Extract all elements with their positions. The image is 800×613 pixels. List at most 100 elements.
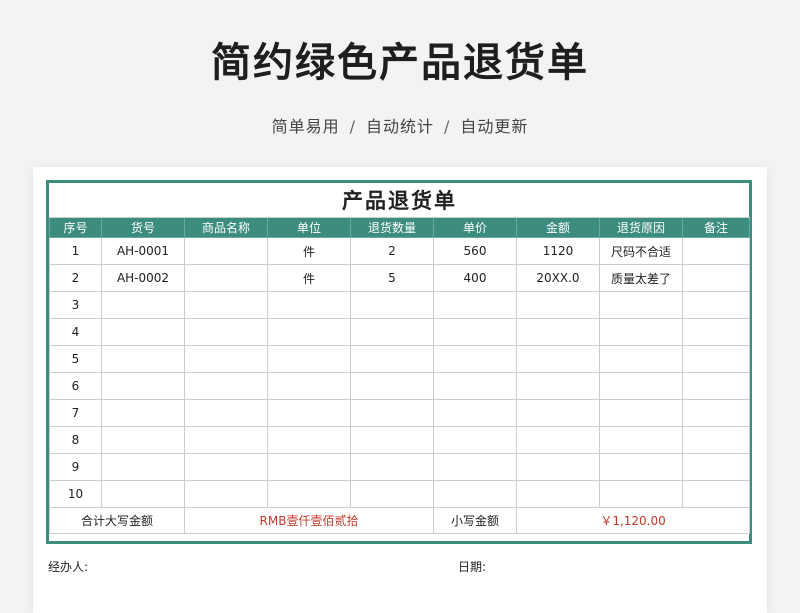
feature-tags: 简单易用 / 自动统计 / 自动更新 [0,113,800,137]
cell-product-name[interactable] [184,426,268,454]
cell-remark[interactable] [681,399,751,427]
return-table: 产品退货单 序号 货号 商品名称 单位 退货数量 单价 金额 退货原因 备注 1 AH-0001 件… [49,183,751,534]
cell-qty[interactable] [350,426,434,454]
cell-reason[interactable] [599,426,683,454]
cell-product-name[interactable] [184,372,268,400]
cell-index: 10 [49,480,102,508]
tag-easy: 简单易用 [271,117,340,136]
cell-qty[interactable] [350,291,434,319]
cell-product-name[interactable] [184,291,268,319]
cell-sku[interactable]: AH-0001 [101,237,185,265]
cell-unit-price[interactable] [433,453,517,481]
cell-amount[interactable] [516,399,600,427]
cell-unit[interactable]: 件 [267,237,351,265]
cell-qty[interactable] [350,318,434,346]
cell-unit-price[interactable] [433,426,517,454]
column-header: 单价 [433,217,517,238]
cell-unit[interactable] [267,453,351,481]
cell-unit[interactable] [267,480,351,508]
cell-unit-price[interactable] [433,318,517,346]
cell-remark[interactable] [681,372,751,400]
total-upper-value[interactable]: RMB壹仟壹佰贰拾 [184,507,434,534]
cell-reason[interactable] [599,318,683,346]
cell-remark[interactable] [681,345,751,373]
cell-amount[interactable]: 20XX.0 [516,264,600,292]
cell-product-name[interactable] [184,480,268,508]
column-header: 货号 [101,217,185,238]
cell-unit[interactable] [267,318,351,346]
cell-qty[interactable] [350,480,434,508]
cell-reason[interactable] [599,399,683,427]
column-header: 金额 [516,217,600,238]
cell-amount[interactable] [516,291,600,319]
cell-amount[interactable] [516,318,600,346]
cell-reason[interactable] [599,480,683,508]
cell-unit-price[interactable]: 400 [433,264,517,292]
cell-amount[interactable]: 1120 [516,237,600,265]
cell-reason[interactable] [599,372,683,400]
total-lower-value[interactable]: ￥1,120.00 [515,507,751,534]
column-header: 商品名称 [184,217,268,238]
cell-product-name[interactable] [184,453,268,481]
cell-index: 2 [49,264,102,292]
cell-qty[interactable]: 5 [350,264,434,292]
column-header: 单位 [267,217,351,238]
cell-sku[interactable] [101,426,185,454]
cell-amount[interactable] [516,426,600,454]
cell-index: 4 [49,318,102,346]
cell-reason[interactable] [599,345,683,373]
cell-reason[interactable] [599,291,683,319]
cell-remark[interactable] [681,318,751,346]
cell-reason[interactable] [599,453,683,481]
cell-remark[interactable] [681,237,751,265]
cell-qty[interactable] [350,399,434,427]
return-form: 产品退货单 序号 货号 商品名称 单位 退货数量 单价 金额 退货原因 备注 1 AH-0001 件… [46,180,752,544]
tag-separator: / [444,117,451,136]
cell-unit-price[interactable] [433,480,517,508]
cell-amount[interactable] [516,372,600,400]
table-row: 7 [49,399,751,427]
cell-product-name[interactable] [184,399,268,427]
cell-remark[interactable] [681,426,751,454]
cell-remark[interactable] [681,264,751,292]
cell-remark[interactable] [681,480,751,508]
cell-sku[interactable] [101,318,185,346]
tag-auto-update: 自动更新 [460,117,529,136]
cell-amount[interactable] [516,345,600,373]
column-header: 退货数量 [350,217,434,238]
cell-unit[interactable] [267,426,351,454]
cell-sku[interactable]: AH-0002 [101,264,185,292]
cell-unit[interactable] [267,345,351,373]
cell-reason[interactable]: 质量太差了 [599,264,683,292]
cell-unit-price[interactable]: 560 [433,237,517,265]
cell-unit[interactable] [267,291,351,319]
cell-unit[interactable] [267,399,351,427]
cell-unit-price[interactable] [433,345,517,373]
cell-qty[interactable] [350,453,434,481]
cell-remark[interactable] [681,453,751,481]
cell-product-name[interactable] [184,237,268,265]
cell-unit[interactable] [267,372,351,400]
cell-amount[interactable] [516,480,600,508]
cell-sku[interactable] [101,399,185,427]
cell-remark[interactable] [681,291,751,319]
cell-unit-price[interactable] [433,291,517,319]
cell-sku[interactable] [101,453,185,481]
cell-product-name[interactable] [184,264,268,292]
cell-reason[interactable]: 尺码不合适 [599,237,683,265]
cell-index: 8 [49,426,102,454]
cell-sku[interactable] [101,291,185,319]
cell-sku[interactable] [101,372,185,400]
cell-amount[interactable] [516,453,600,481]
cell-product-name[interactable] [184,318,268,346]
cell-unit-price[interactable] [433,399,517,427]
cell-qty[interactable]: 2 [350,237,434,265]
cell-qty[interactable] [350,372,434,400]
cell-unit-price[interactable] [433,372,517,400]
cell-sku[interactable] [101,345,185,373]
cell-product-name[interactable] [184,345,268,373]
cell-unit[interactable]: 件 [267,264,351,292]
cell-sku[interactable] [101,480,185,508]
cell-qty[interactable] [350,345,434,373]
table-row: 6 [49,372,751,400]
